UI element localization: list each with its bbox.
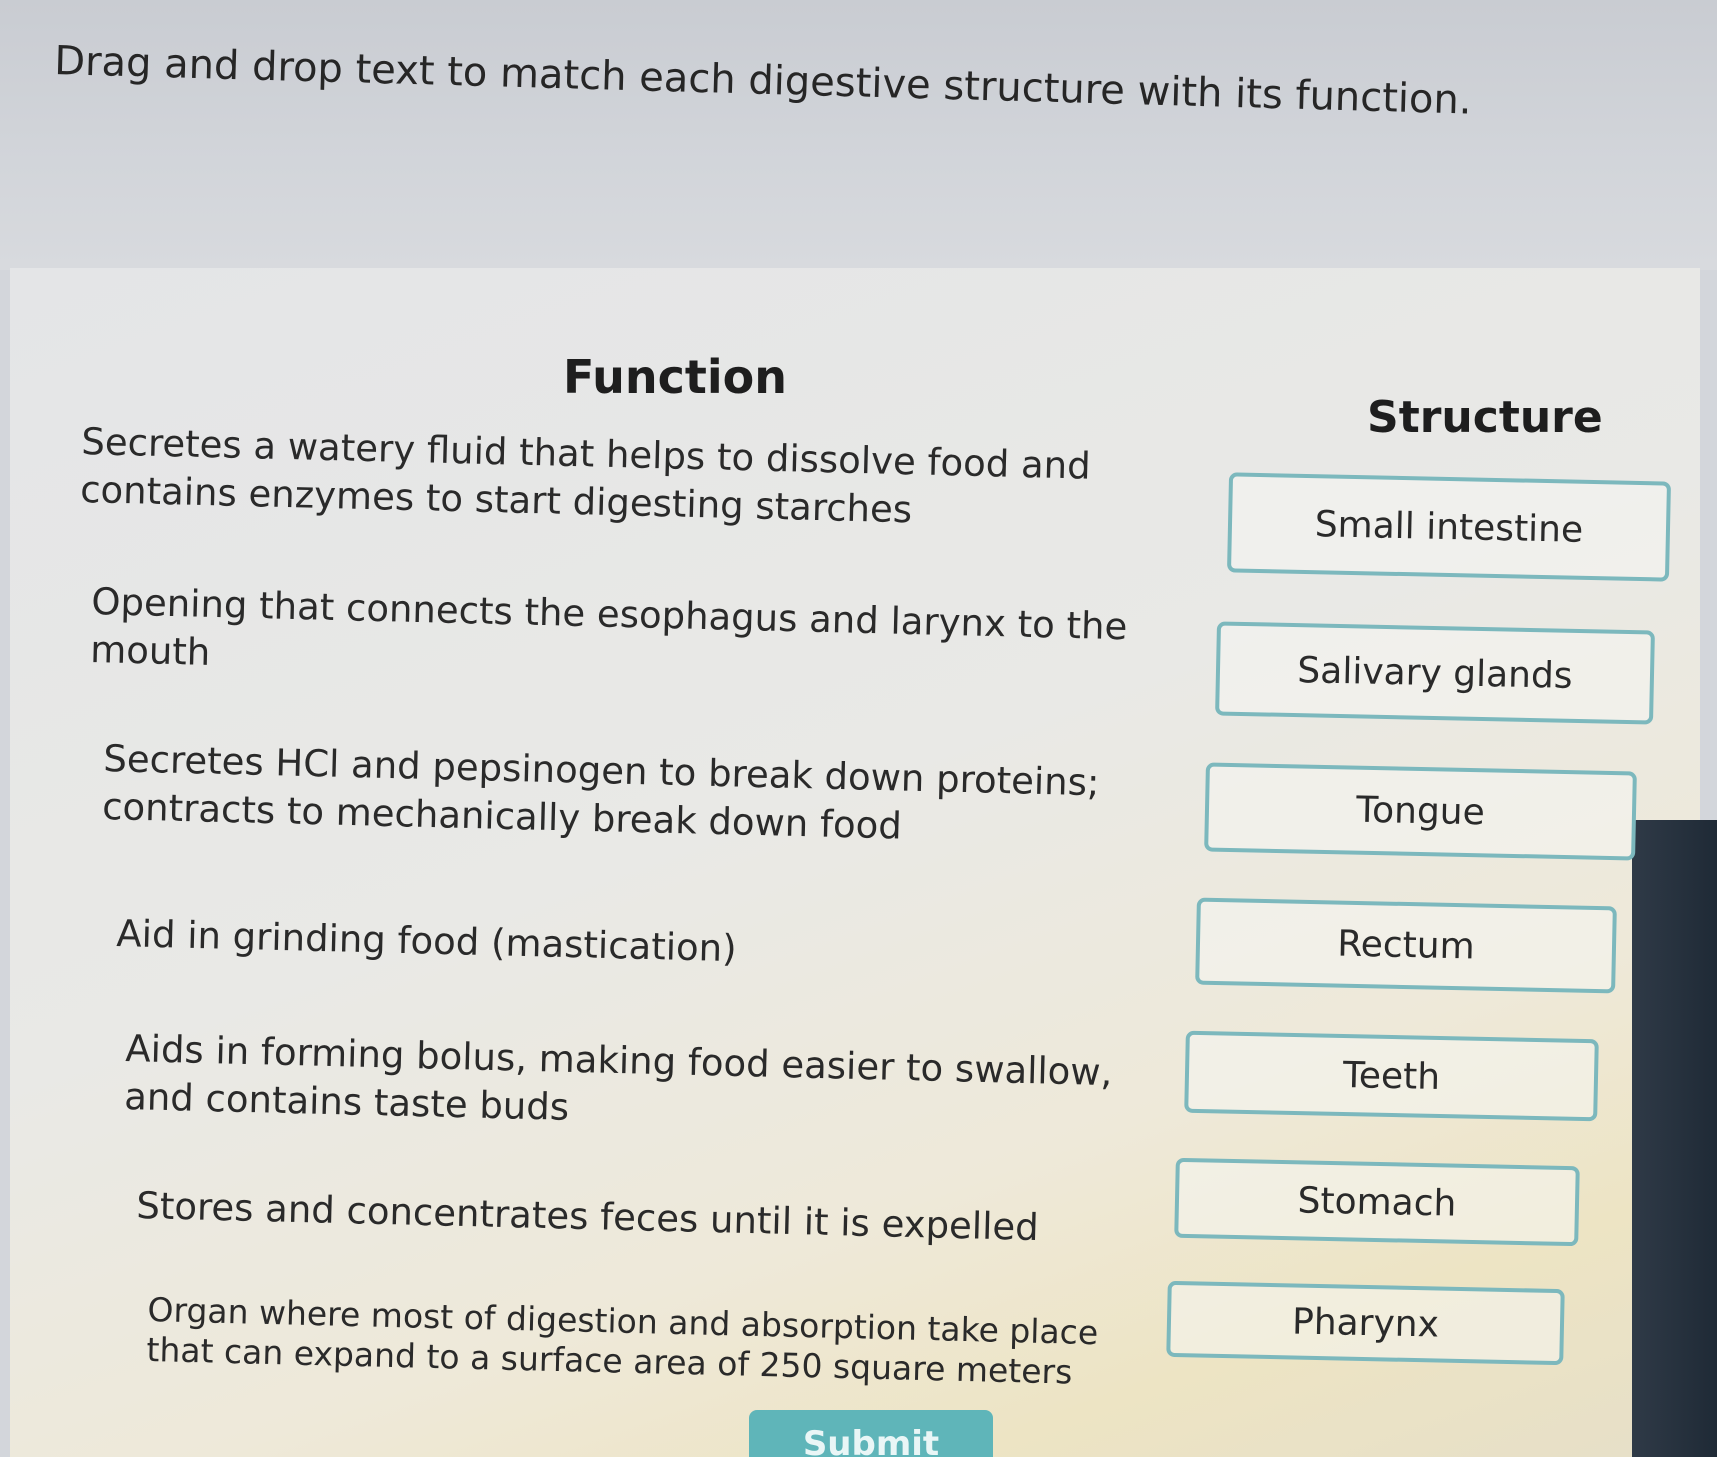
structure-heading: Structure [1367,392,1603,443]
function-heading: Function [563,350,788,404]
structure-option-teeth[interactable]: Teeth [1184,1030,1599,1122]
structure-option-rectum[interactable]: Rectum [1195,897,1617,994]
structure-option-pharynx[interactable]: Pharynx [1166,1280,1565,1366]
structure-option-stomach[interactable]: Stomach [1174,1157,1580,1247]
top-band [0,0,1717,270]
structure-option-salivary-glands[interactable]: Salivary glands [1215,621,1655,725]
structure-option-tongue[interactable]: Tongue [1204,762,1637,861]
screen-edge [1632,820,1717,1457]
structure-option-small-intestine[interactable]: Small intestine [1227,472,1671,582]
submit-button[interactable]: Submit [749,1410,993,1457]
